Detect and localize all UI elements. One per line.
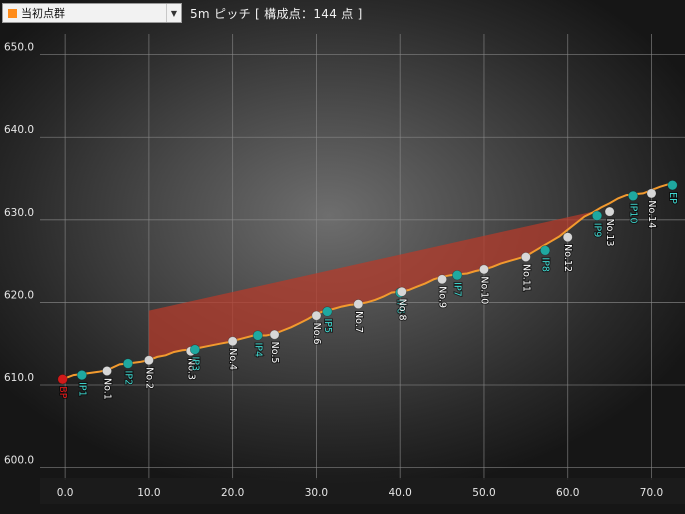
- x-tick-label: 50.0: [472, 487, 495, 499]
- x-tick-label: 60.0: [556, 487, 579, 499]
- ip-point[interactable]: [591, 210, 603, 221]
- station-label: No.14: [646, 200, 657, 228]
- station-label: No.13: [604, 219, 615, 247]
- ip-point[interactable]: [76, 370, 87, 381]
- ip-point[interactable]: [540, 245, 551, 256]
- station-point[interactable]: [102, 366, 112, 376]
- station-point[interactable]: [353, 299, 364, 309]
- point-group-dropdown[interactable]: 当初点群 ▼: [2, 3, 182, 23]
- pitch-info-label: 5m ピッチ [ 構成点：144 点 ]: [190, 7, 363, 21]
- ip-label: IP3: [189, 357, 200, 372]
- station-label: No.4: [227, 348, 238, 370]
- station-point[interactable]: [311, 310, 322, 321]
- ip-label: IP9: [592, 223, 603, 238]
- x-tick-label: 10.0: [137, 487, 160, 499]
- chevron-down-icon[interactable]: ▼: [166, 4, 181, 22]
- station-point[interactable]: [143, 355, 154, 366]
- ip-point[interactable]: [452, 270, 463, 281]
- ip-label: IP5: [322, 319, 333, 334]
- station-point[interactable]: [604, 206, 615, 217]
- x-tick-label: 20.0: [221, 487, 244, 499]
- station-point[interactable]: [396, 286, 407, 297]
- ip-point[interactable]: [122, 358, 134, 369]
- station-label: No.2: [143, 367, 154, 389]
- point-group-selected-value: 当初点群: [21, 7, 65, 20]
- y-tick-label: 640.0: [4, 124, 34, 136]
- station-point[interactable]: [562, 232, 573, 243]
- station-label: No.11: [520, 264, 531, 292]
- longitudinal-profile-chart[interactable]: BP IP1 No.1IP2 No.2 No.3IP3 No.4 IP4 No.5No.6 IP…: [0, 0, 685, 514]
- ip-label: IP1: [76, 382, 87, 397]
- y-tick-label: 610.0: [4, 372, 34, 384]
- ip-point[interactable]: [189, 344, 201, 355]
- station-label: No.9: [437, 286, 448, 308]
- station-label: No.5: [269, 342, 280, 364]
- y-tick-label: 630.0: [4, 207, 34, 219]
- grid-lines: [40, 34, 685, 480]
- ip-point[interactable]: [252, 330, 263, 341]
- point-group-color-swatch: [8, 8, 17, 18]
- station-label: No.6: [311, 323, 322, 345]
- station-point[interactable]: [227, 336, 238, 347]
- station-point[interactable]: [479, 264, 489, 275]
- ip-label: IP10: [628, 203, 639, 224]
- station-point[interactable]: [269, 329, 280, 340]
- station-point[interactable]: [646, 188, 657, 199]
- station-label: No.10: [478, 276, 489, 304]
- station-label: No.7: [353, 311, 364, 333]
- ip-label: IP7: [452, 282, 463, 297]
- station-label: No.12: [562, 244, 573, 272]
- y-tick-label: 620.0: [4, 289, 34, 301]
- x-tick-label: 0.0: [57, 487, 74, 499]
- station-point[interactable]: [520, 252, 531, 262]
- ip-label: IP2: [122, 371, 133, 386]
- station-label: No.8: [396, 299, 407, 321]
- y-tick-label: 650.0: [4, 42, 34, 54]
- station-point[interactable]: [437, 274, 447, 285]
- ip-label: EP: [667, 192, 678, 204]
- x-tick-label: 70.0: [640, 487, 663, 499]
- y-tick-label: 600.0: [4, 455, 34, 467]
- ip-label: IP4: [252, 342, 263, 357]
- bp-point[interactable]: [57, 374, 68, 385]
- ip-label: IP8: [540, 257, 551, 272]
- ip-point[interactable]: [667, 180, 678, 191]
- x-tick-label: 30.0: [305, 487, 328, 499]
- ip-point[interactable]: [627, 190, 639, 201]
- bp-label: BP: [57, 386, 68, 399]
- station-label: No.1: [102, 378, 113, 400]
- x-tick-label: 40.0: [388, 487, 411, 499]
- ip-point[interactable]: [322, 306, 333, 317]
